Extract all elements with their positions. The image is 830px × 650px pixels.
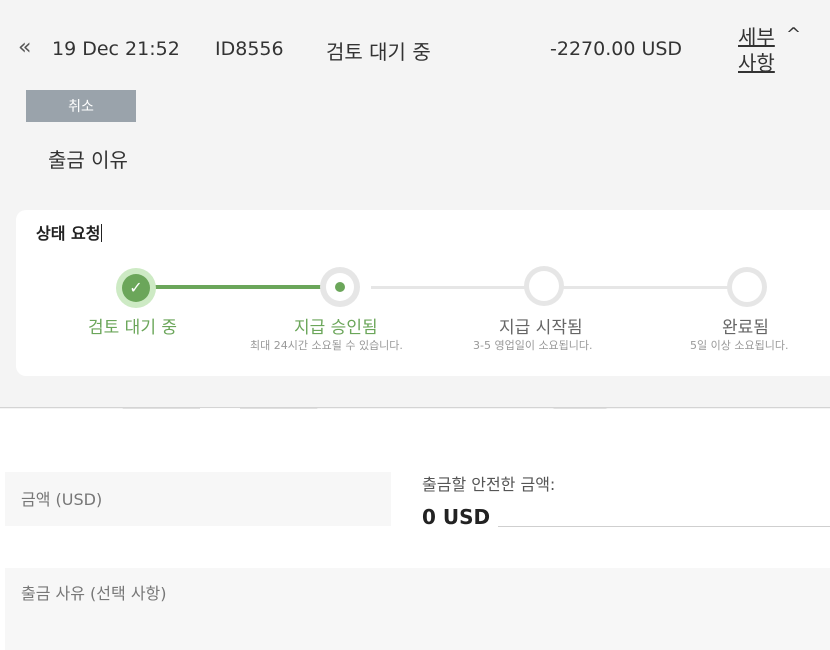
step-3-note: 3-5 영업일이 소요됩니다. xyxy=(473,339,593,352)
step-3-pending-indicator xyxy=(524,266,564,306)
transaction-id: ID8556 xyxy=(215,38,284,60)
progress-track-complete xyxy=(151,285,341,289)
step-2-note: 최대 24시간 소요될 수 있습니다. xyxy=(250,339,403,352)
safe-amount-label: 출금할 안전한 금액: xyxy=(422,475,556,494)
step-4-note: 5일 이상 소요됩니다. xyxy=(690,339,789,352)
transaction-date: 19 Dec 21:52 xyxy=(52,38,180,60)
safe-amount-value: 0 USD xyxy=(422,505,491,529)
amount-input[interactable] xyxy=(5,472,391,526)
step-2-active-indicator xyxy=(320,267,360,307)
divider xyxy=(498,526,830,527)
step-4-label: 완료됨 xyxy=(722,318,769,338)
withdraw-reason-input[interactable] xyxy=(5,568,830,650)
chevron-up-icon[interactable]: ^ xyxy=(786,24,801,45)
transaction-panel: « 19 Dec 21:52 ID8556 검토 대기 중 -2270.00 U… xyxy=(0,0,830,408)
step-3-label: 지급 시작됨 xyxy=(499,318,583,338)
step-1-label: 검토 대기 중 xyxy=(88,318,178,338)
transaction-status: 검토 대기 중 xyxy=(326,40,431,64)
withdraw-form: 출금할 안전한 금액: 0 USD xyxy=(0,409,830,650)
step-4-pending-indicator xyxy=(727,267,767,307)
double-chevron-left-icon[interactable]: « xyxy=(18,35,32,60)
cancel-button[interactable]: 취소 xyxy=(26,90,136,122)
step-1-done-indicator: ✓ xyxy=(116,268,156,308)
step-2-label: 지급 승인됨 xyxy=(294,318,378,338)
withdraw-reason-title: 출금 이유 xyxy=(48,148,128,172)
status-card-title: 상태 요청 xyxy=(36,224,103,243)
transaction-amount: -2270.00 USD xyxy=(550,38,683,60)
status-card: 상태 요청 ✓ 검토 대기 중 지급 승인됨 지급 시작됨 완료됨 최대 24시… xyxy=(16,210,830,376)
check-icon: ✓ xyxy=(122,274,150,302)
transaction-row: « 19 Dec 21:52 ID8556 검토 대기 중 -2270.00 U… xyxy=(0,24,830,75)
